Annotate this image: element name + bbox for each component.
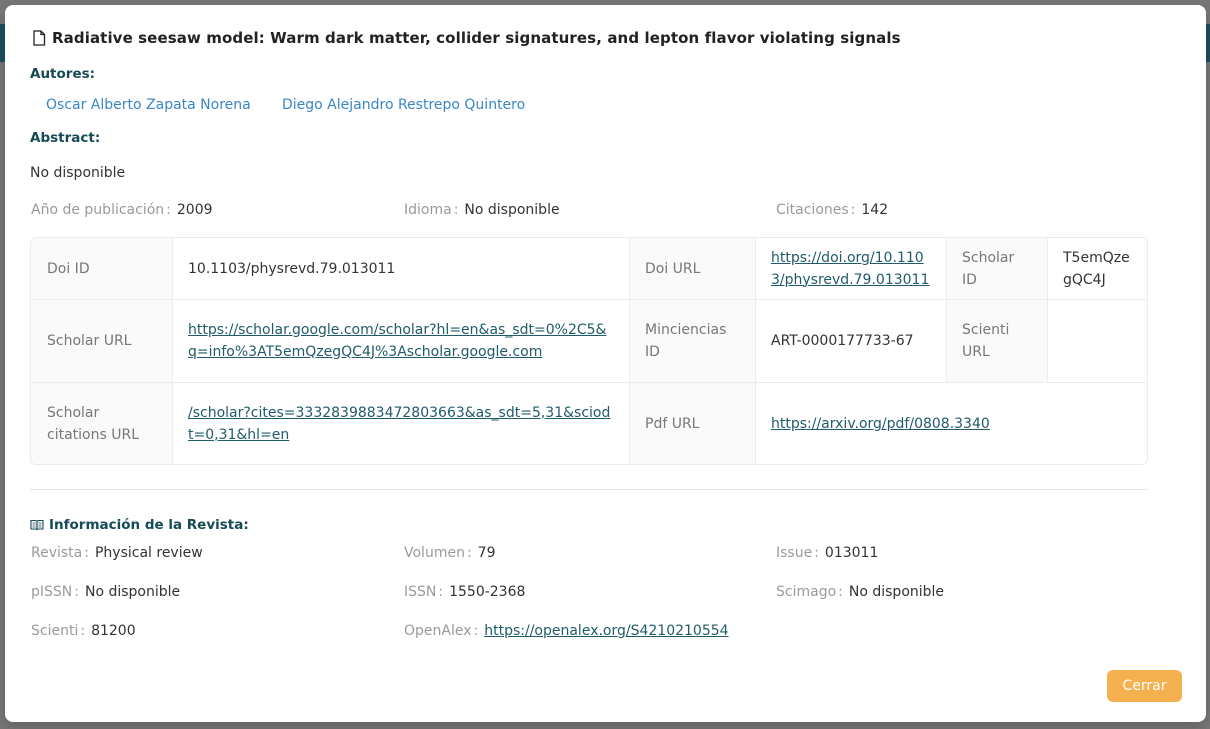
minciencias-id-label: Minciencias ID: [629, 299, 755, 382]
issn-field: ISSN: 1550-2368: [404, 584, 526, 600]
pissn-label: pISSN: [31, 584, 73, 600]
scholar-id-label: Scholar ID: [946, 238, 1047, 299]
language-value: No disponible: [464, 202, 560, 218]
volumen-label: Volumen: [404, 545, 465, 561]
article-detail-modal: Radiative seesaw model: Warm dark matter…: [5, 5, 1206, 722]
identifiers-table: Doi ID 10.1103/physrevd.79.013011 Doi UR…: [30, 237, 1148, 465]
scimago-value: No disponible: [848, 584, 945, 600]
issue-value: 013011: [824, 545, 879, 561]
revista-value: Physical review: [94, 545, 203, 561]
scimago-label: Scimago: [776, 584, 837, 600]
volumen-field: Volumen: 79: [404, 545, 496, 561]
openalex-field: OpenAlex: https://openalex.org/S42102105…: [404, 623, 729, 639]
year-label: Año de publicación: [31, 202, 165, 218]
abstract-text: No disponible: [30, 165, 126, 181]
pdf-url-link[interactable]: https://arxiv.org/pdf/0808.3340: [771, 413, 990, 435]
document-icon: [33, 30, 46, 46]
scholar-id-value: T5emQzegQC4J: [1047, 238, 1147, 299]
minciencias-id-value: ART-0000177733-67: [755, 299, 946, 382]
citations-url-cell: /scholar?cites=3332839883472803663&as_sd…: [172, 382, 629, 464]
revista-field: Revista: Physical review: [31, 545, 203, 561]
citations-url-link[interactable]: /scholar?cites=3332839883472803663&as_sd…: [188, 402, 613, 446]
doi-id-value: 10.1103/physrevd.79.013011: [172, 238, 629, 299]
section-divider: [30, 489, 1148, 490]
citations-field: Citaciones: 142: [776, 202, 889, 218]
issue-label: Issue: [776, 545, 813, 561]
citations-value: 142: [861, 202, 889, 218]
doi-url-label: Doi URL: [629, 238, 755, 299]
author-link[interactable]: Oscar Alberto Zapata Norena: [46, 97, 251, 113]
year-value: 2009: [176, 202, 213, 218]
journal-section-header: Información de la Revista:: [30, 517, 249, 533]
pdf-url-cell: https://arxiv.org/pdf/0808.3340: [755, 382, 1147, 464]
scholar-url-link[interactable]: https://scholar.google.com/scholar?hl=en…: [188, 319, 613, 363]
scienti-url-label: Scienti URL: [946, 299, 1047, 382]
language-label: Idioma: [404, 202, 452, 218]
issn-value: 1550-2368: [449, 584, 526, 600]
openalex-label: OpenAlex: [404, 623, 472, 639]
openalex-link[interactable]: https://openalex.org/S4210210554: [484, 623, 728, 639]
journal-section-label: Información de la Revista:: [49, 517, 249, 533]
pissn-field: pISSN: No disponible: [31, 584, 181, 600]
pissn-value: No disponible: [84, 584, 181, 600]
scienti-label: Scienti: [31, 623, 79, 639]
language-field: Idioma: No disponible: [404, 202, 560, 218]
scholar-url-label: Scholar URL: [31, 299, 172, 382]
author-link[interactable]: Diego Alejandro Restrepo Quintero: [282, 97, 525, 113]
modal-title: Radiative seesaw model: Warm dark matter…: [52, 29, 901, 47]
doi-url-cell: https://doi.org/10.1103/physrevd.79.0130…: [755, 238, 946, 299]
year-field: Año de publicación: 2009: [31, 202, 213, 218]
doi-id-label: Doi ID: [31, 238, 172, 299]
scienti-field: Scienti: 81200: [31, 623, 136, 639]
citations-label: Citaciones: [776, 202, 849, 218]
close-button[interactable]: Cerrar: [1107, 670, 1182, 702]
modal-header: Radiative seesaw model: Warm dark matter…: [32, 29, 901, 47]
issue-field: Issue: 013011: [776, 545, 879, 561]
book-open-icon: [30, 519, 44, 531]
abstract-label: Abstract:: [30, 130, 101, 146]
pdf-url-label: Pdf URL: [629, 382, 755, 464]
authors-label: Autores:: [30, 66, 96, 82]
volumen-value: 79: [477, 545, 496, 561]
issn-label: ISSN: [404, 584, 437, 600]
scienti-url-value: [1047, 299, 1147, 382]
doi-url-link[interactable]: https://doi.org/10.1103/physrevd.79.0130…: [771, 247, 930, 291]
scienti-value: 81200: [91, 623, 136, 639]
scholar-url-cell: https://scholar.google.com/scholar?hl=en…: [172, 299, 629, 382]
citations-url-label: Scholar citations URL: [31, 382, 172, 464]
revista-label: Revista: [31, 545, 83, 561]
scimago-field: Scimago: No disponible: [776, 584, 945, 600]
